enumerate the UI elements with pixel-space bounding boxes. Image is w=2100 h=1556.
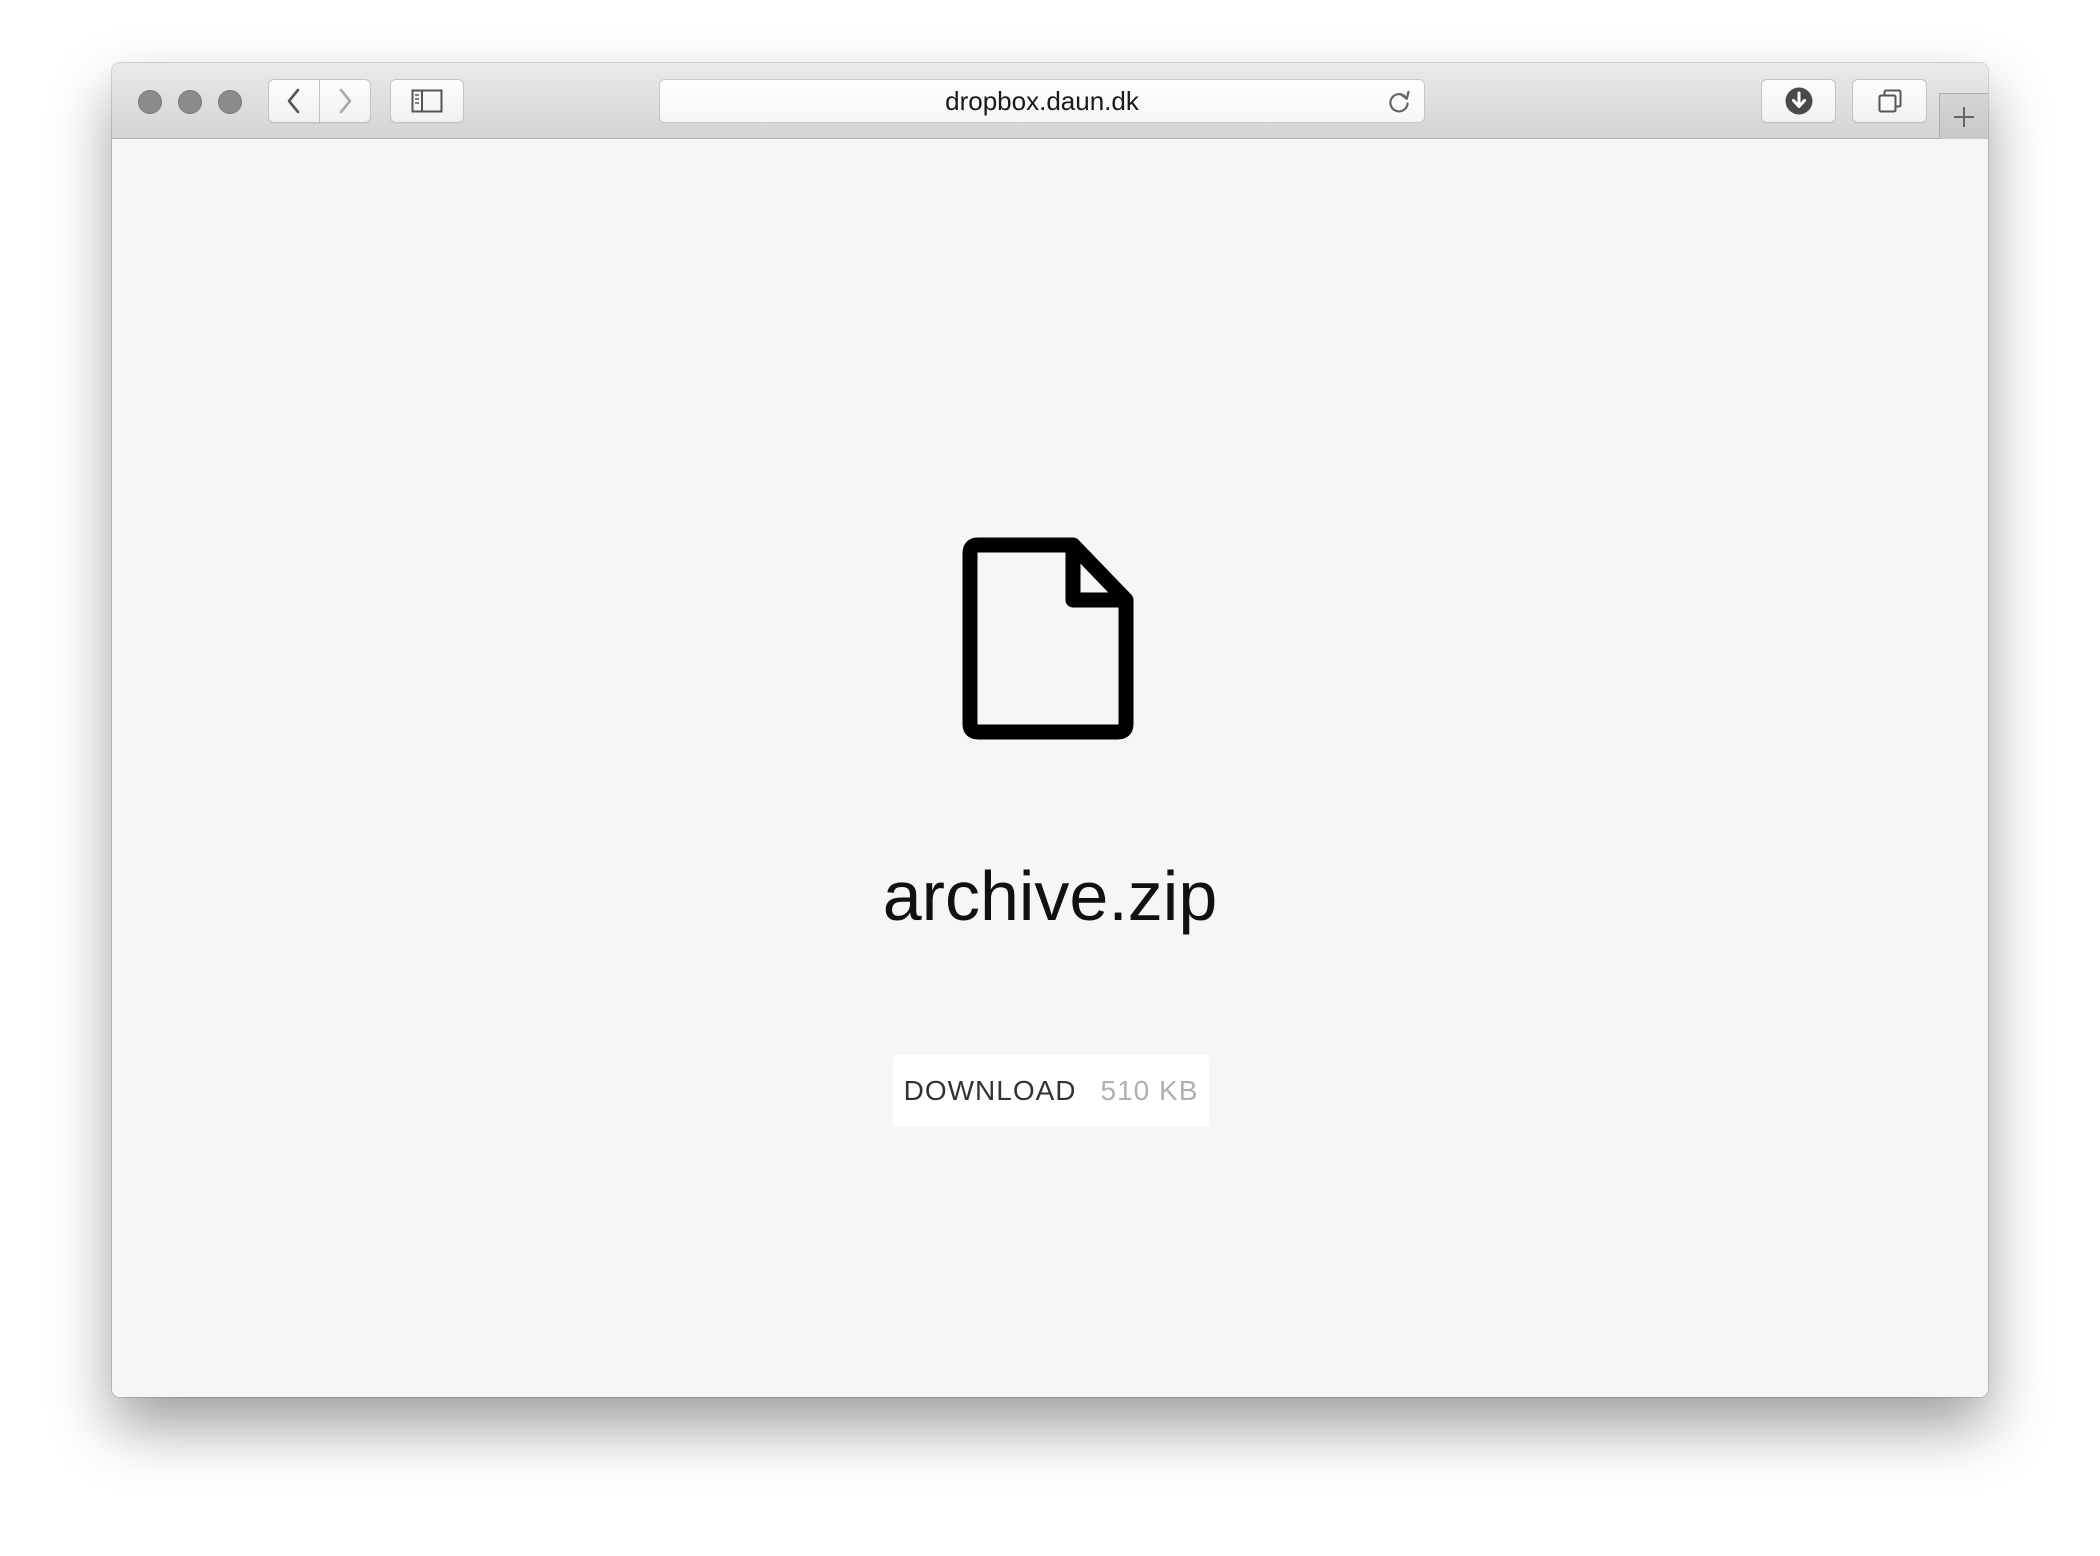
zoom-window-button[interactable]: [218, 90, 242, 114]
new-tab-button[interactable]: [1939, 93, 1988, 139]
plus-icon: [1954, 106, 1974, 127]
forward-button[interactable]: [319, 79, 371, 123]
reload-icon[interactable]: [1386, 89, 1412, 115]
page-content: archive.zip DOWNLOAD 510 KB: [112, 139, 1988, 1397]
file-icon: [962, 537, 1134, 740]
browser-window: dropbox.daun.dk archive.zip DOWNLOAD 510…: [112, 63, 1988, 1397]
tab-overview-icon: [1878, 89, 1901, 113]
address-url: dropbox.daun.dk: [945, 85, 1139, 116]
file-size: 510 KB: [1100, 1075, 1199, 1106]
sidebar-icon: [411, 89, 443, 113]
back-button[interactable]: [268, 79, 320, 123]
tab-overview-button[interactable]: [1852, 79, 1927, 123]
downloads-button[interactable]: [1761, 79, 1836, 123]
browser-toolbar: dropbox.daun.dk: [112, 63, 1988, 139]
download-circle-icon: [1785, 87, 1812, 115]
close-window-button[interactable]: [138, 90, 162, 114]
sidebar-button[interactable]: [390, 79, 464, 123]
chevron-right-icon: [339, 88, 352, 114]
download-label: DOWNLOAD: [903, 1075, 1077, 1106]
address-bar[interactable]: dropbox.daun.dk: [659, 79, 1425, 123]
download-button[interactable]: DOWNLOAD 510 KB: [893, 1055, 1209, 1127]
minimize-window-button[interactable]: [178, 90, 202, 114]
chevron-left-icon: [287, 88, 300, 114]
file-name: archive.zip: [882, 857, 1218, 935]
